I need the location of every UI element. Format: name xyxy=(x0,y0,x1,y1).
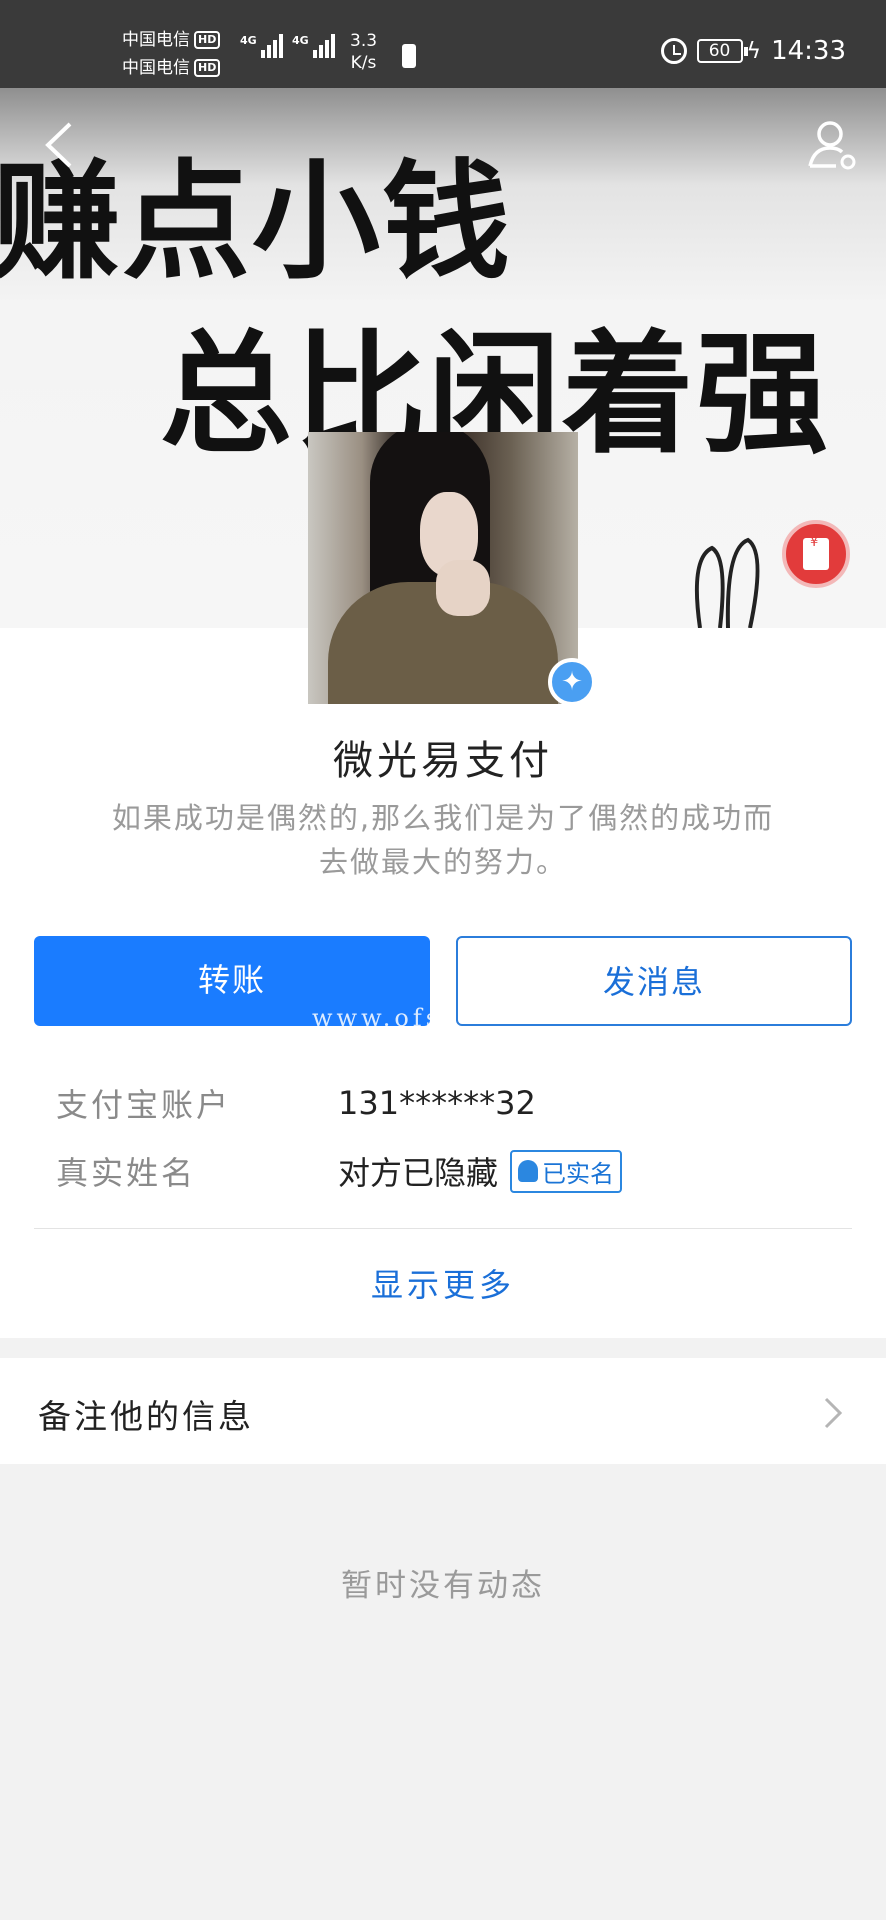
verified-badge-label: 已实名 xyxy=(542,1159,615,1188)
signal-bar xyxy=(312,50,317,58)
network-speed: 3.3 K/s xyxy=(350,30,377,74)
signal-bar xyxy=(272,40,277,58)
profile-name: 微光易支付 xyxy=(333,738,553,784)
profile-card: 微光易支付 如果成功是偶然的,那么我们是为了偶然的成功而去做最大的努力。 转账 … xyxy=(0,628,886,1338)
speed-unit: K/s xyxy=(350,53,377,73)
profile-settings-icon[interactable] xyxy=(806,118,858,174)
account-row: 支付宝账户 131******32 xyxy=(56,1080,536,1126)
avatar[interactable] xyxy=(308,432,578,704)
network-type-label: 4G xyxy=(292,34,309,47)
status-bar: 中国电信 HD 中国电信 HD 4G 4G 3.3 K/s 60 ϟ 14:33 xyxy=(0,0,886,88)
signal-bar xyxy=(278,34,283,58)
network-type-label: 4G xyxy=(240,34,257,47)
profile-signature: 如果成功是偶然的,那么我们是为了偶然的成功而去做最大的努力。 xyxy=(111,801,775,879)
verified-star-icon: ✦ xyxy=(548,658,596,706)
signal-icon: 4G xyxy=(292,34,335,58)
chevron-right-icon xyxy=(824,1397,843,1429)
alarm-icon xyxy=(660,38,687,64)
bunny-ears-illustration xyxy=(694,537,760,628)
red-packet-icon[interactable] xyxy=(782,520,850,588)
signal-bar xyxy=(330,34,335,58)
system-status: 60 ϟ 14:33 xyxy=(660,36,846,66)
carrier-info: 中国电信 HD 中国电信 HD xyxy=(122,26,221,82)
carrier-row-1: 中国电信 HD xyxy=(122,26,221,54)
battery-icon: 60 xyxy=(696,39,748,63)
send-message-button[interactable]: 发消息 xyxy=(456,936,852,1026)
battery-indicator: 60 ϟ xyxy=(696,38,762,64)
show-more-link[interactable]: 显示更多 xyxy=(0,1260,886,1306)
small-battery-icon xyxy=(402,44,416,68)
signal-bar xyxy=(324,40,329,58)
verified-badge: 已实名 xyxy=(510,1149,623,1193)
signal-bar xyxy=(266,45,271,58)
empty-feed-message: 暂时没有动态 xyxy=(341,1568,545,1604)
signal-bar xyxy=(260,50,265,58)
carrier-1-label: 中国电信 xyxy=(122,30,190,50)
realname-label: 真实姓名 xyxy=(56,1154,197,1192)
hd-badge: HD xyxy=(194,31,221,49)
verified-person-icon xyxy=(518,1160,539,1182)
avatar-hand xyxy=(436,560,490,616)
watermark-text: www.ofs xyxy=(312,1004,443,1032)
remark-info-row[interactable]: 备注他的信息 xyxy=(0,1358,886,1464)
carrier-2-label: 中国电信 xyxy=(122,58,190,78)
account-value: 131******32 xyxy=(338,1084,536,1122)
clock: 14:33 xyxy=(771,36,846,66)
realname-value: 对方已隐藏 xyxy=(338,1154,499,1192)
back-arrow-icon[interactable] xyxy=(40,120,84,170)
signal-icon: 4G xyxy=(240,34,283,58)
hd-badge: HD xyxy=(194,59,221,77)
charging-icon: ϟ xyxy=(746,38,762,64)
remark-info-label: 备注他的信息 xyxy=(38,1397,254,1436)
speed-value: 3.3 xyxy=(350,31,378,51)
divider xyxy=(34,1228,852,1229)
signal-bar xyxy=(318,45,323,58)
account-label: 支付宝账户 xyxy=(56,1086,232,1124)
realname-row: 真实姓名 对方已隐藏 已实名 xyxy=(56,1148,623,1194)
carrier-row-2: 中国电信 HD xyxy=(122,54,221,82)
